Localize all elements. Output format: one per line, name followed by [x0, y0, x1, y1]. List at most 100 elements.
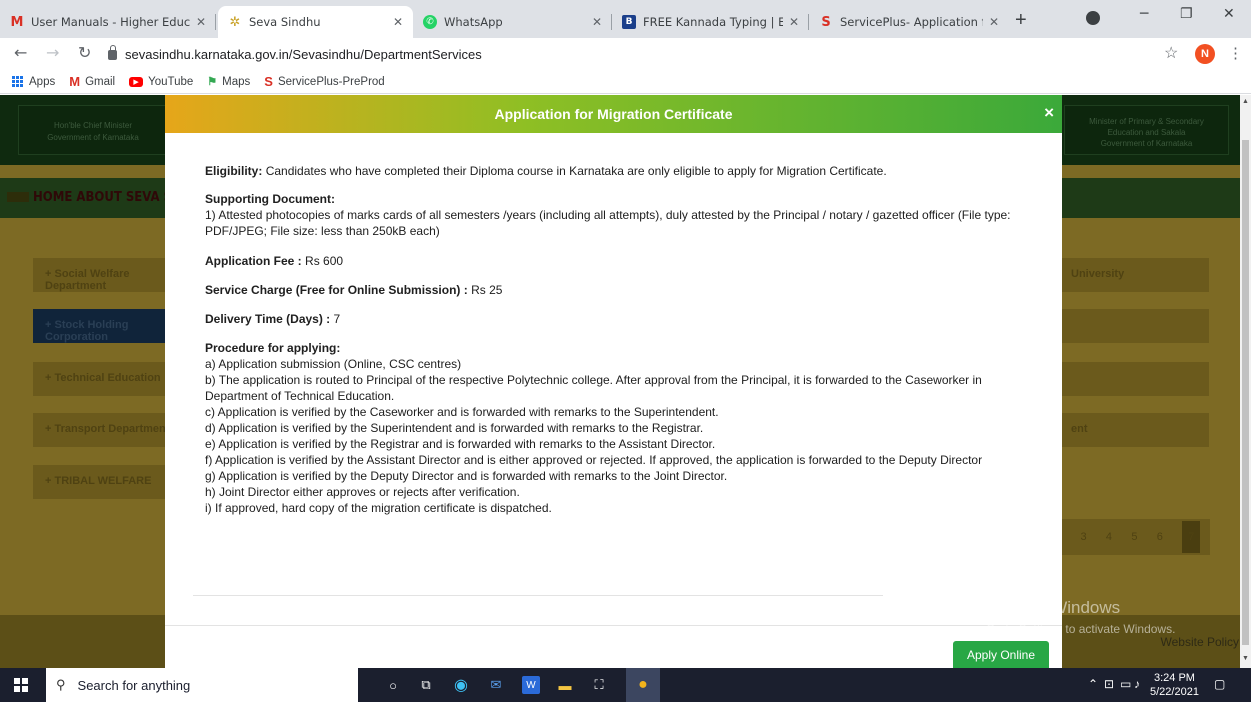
tab-kannada-typing[interactable]: B FREE Kannada Typing | Englis ✕: [612, 6, 809, 38]
tab-title: WhatsApp: [444, 15, 503, 29]
bookmark-apps[interactable]: Apps: [12, 76, 55, 88]
scrollbar[interactable]: ▲ ▼: [1240, 95, 1251, 668]
back-arrow-icon[interactable]: ←: [14, 43, 27, 62]
modal-title: Application for Migration Certificate: [494, 106, 733, 122]
file-explorer-icon[interactable]: ▬: [556, 676, 574, 694]
dept-technical-education[interactable]: + Technical Education: [33, 362, 173, 396]
cortana-icon[interactable]: ○: [384, 676, 402, 694]
reload-icon[interactable]: ↻: [78, 43, 91, 62]
edge-icon[interactable]: ◉: [452, 676, 470, 694]
procedure-step: g) Application is verified by the Deputy…: [205, 469, 728, 483]
dept-tribal-welfare[interactable]: + TRIBAL WELFARE: [33, 465, 173, 499]
minimize-icon[interactable]: ─: [1140, 6, 1148, 22]
page-link[interactable]: 4: [1106, 531, 1112, 543]
tab-title: Seva Sindhu: [249, 15, 321, 29]
kannada-typing-icon: B: [622, 15, 636, 29]
dept-social-welfare[interactable]: + Social Welfare Department: [33, 258, 173, 292]
activate-windows-watermark: Activate Windows Go to Settings to activ…: [986, 598, 1176, 636]
scroll-up-icon[interactable]: ▲: [1242, 98, 1249, 105]
word-icon[interactable]: W: [522, 676, 540, 694]
page-link[interactable]: 5: [1131, 531, 1137, 543]
system-clock[interactable]: 3:24 PM 5/22/2021: [1150, 671, 1199, 699]
notification-icon[interactable]: ▢: [1214, 677, 1225, 691]
procedure-step: i) If approved, hard copy of the migrati…: [205, 501, 552, 515]
maps-icon: ⚑: [207, 76, 218, 88]
scroll-down-icon[interactable]: ▼: [1242, 655, 1249, 662]
tab-title: ServicePlus- Application for i: [840, 15, 983, 29]
chrome-icon[interactable]: ●: [626, 668, 660, 702]
procedure-step: e) Application is verified by the Regist…: [205, 437, 716, 451]
address-bar[interactable]: sevasindhu.karnataka.gov.in/Sevasindhu/D…: [108, 40, 1128, 68]
modal-header: Application for Migration Certificate ×: [165, 95, 1062, 133]
modal-body: Eligibility: Candidates who have complet…: [165, 133, 1062, 516]
extension-icon[interactable]: [1086, 11, 1100, 25]
youtube-icon: ▶: [129, 76, 144, 87]
new-tab-button[interactable]: +: [1015, 9, 1027, 32]
bookmark-maps[interactable]: ⚑ Maps: [207, 75, 250, 89]
windows-start-icon[interactable]: [14, 678, 28, 692]
taskbar: ⚲ Search for anything ○ ⧉ ◉ ✉ W ▬ ⛶ ● ⌃ …: [0, 668, 1251, 702]
task-view-icon[interactable]: ⧉: [417, 676, 435, 694]
browser-toolbar: ← → ↻ sevasindhu.karnataka.gov.in/Sevasi…: [0, 38, 1251, 70]
tray-chevron-icon[interactable]: ⌃: [1088, 677, 1098, 691]
website-policy-link[interactable]: Website Policy: [1161, 635, 1239, 649]
star-icon[interactable]: ☆: [1164, 43, 1178, 63]
bookmark-youtube[interactable]: ▶ YouTube: [129, 76, 193, 88]
page-link[interactable]: 3: [1080, 531, 1086, 543]
volume-icon[interactable]: ♪: [1134, 677, 1140, 691]
tab-user-manuals[interactable]: M User Manuals - Higher Educa ✕: [0, 6, 216, 38]
close-icon[interactable]: ✕: [789, 15, 799, 29]
scroll-thumb[interactable]: [1242, 140, 1249, 645]
close-icon[interactable]: ✕: [393, 15, 403, 29]
gmail-icon: M: [10, 14, 24, 30]
close-icon[interactable]: ✕: [592, 15, 602, 29]
whatsapp-icon: ✆: [423, 15, 437, 29]
page-link[interactable]: 6: [1157, 531, 1163, 543]
bookmark-serviceplus[interactable]: S ServicePlus-PreProd: [264, 74, 384, 89]
header-left-box: Hon'ble Chief Minister Government of Kar…: [18, 105, 168, 155]
network-icon[interactable]: ▭: [1120, 677, 1131, 691]
url-text[interactable]: sevasindhu.karnataka.gov.in/Sevasindhu/D…: [125, 47, 482, 62]
service-charge: Service Charge (Free for Online Submissi…: [205, 283, 503, 297]
modal-close-button[interactable]: ×: [1044, 103, 1054, 123]
procedure-step: b) The application is routed to Principa…: [205, 373, 982, 403]
tab-serviceplus[interactable]: S ServicePlus- Application for i ✕: [809, 6, 1009, 38]
tab-seva-sindhu[interactable]: ✲ Seva Sindhu ✕: [218, 6, 413, 38]
tab-title: User Manuals - Higher Educa: [31, 15, 190, 29]
procedure-step: d) Application is verified by the Superi…: [205, 421, 704, 435]
gmail-icon: M: [69, 74, 81, 89]
migration-certificate-modal: Application for Migration Certificate × …: [165, 95, 1062, 669]
apply-online-button[interactable]: Apply Online: [953, 641, 1049, 669]
bookmark-gmail[interactable]: M Gmail: [69, 74, 115, 89]
seva-sindhu-icon: ✲: [229, 14, 241, 30]
close-icon[interactable]: ✕: [989, 15, 999, 29]
window-close-icon[interactable]: ✕: [1223, 6, 1235, 22]
tab-title: FREE Kannada Typing | Englis: [643, 15, 783, 29]
store-icon[interactable]: ⛶: [590, 676, 608, 694]
taskbar-search-input[interactable]: ⚲ Search for anything: [46, 668, 358, 702]
supporting-document-section: Supporting Document: 1) Attested photoco…: [205, 192, 1011, 238]
procedure-section: Procedure for applying: a) Application s…: [205, 340, 1022, 516]
procedure-step: c) Application is verified by the Casewo…: [205, 405, 719, 419]
dept-transport[interactable]: + Transport Department: [33, 413, 173, 447]
dept-stock-holding[interactable]: + Stock Holding Corporation: [33, 309, 173, 343]
procedure-step: f) Application is verified by the Assist…: [205, 453, 983, 467]
onedrive-icon[interactable]: ⊡: [1104, 677, 1114, 691]
page-link[interactable]: 7: [1182, 521, 1201, 553]
apps-grid-icon: [12, 76, 23, 87]
delivery-time: Delivery Time (Days) : 7: [205, 312, 341, 326]
eligibility-section: Eligibility: Candidates who have complet…: [205, 164, 887, 178]
tab-whatsapp[interactable]: ✆ WhatsApp ✕: [413, 6, 612, 38]
mail-icon[interactable]: ✉: [487, 676, 505, 694]
restore-icon[interactable]: ❐: [1180, 6, 1193, 22]
serviceplus-icon: S: [821, 14, 831, 30]
forward-arrow-icon[interactable]: →: [46, 43, 59, 62]
menu-icon[interactable]: ⋮: [1228, 44, 1243, 62]
procedure-step: h) Joint Director either approves or rej…: [205, 485, 520, 499]
close-icon[interactable]: ✕: [196, 15, 206, 29]
bookmarks-bar: Apps M Gmail ▶ YouTube ⚑ Maps S ServiceP…: [0, 70, 1251, 94]
lock-icon[interactable]: [108, 45, 117, 60]
header-right-box: Minister of Primary & Secondary Educatio…: [1064, 105, 1229, 155]
avatar[interactable]: N: [1195, 44, 1215, 64]
search-icon: ⚲: [56, 677, 66, 692]
